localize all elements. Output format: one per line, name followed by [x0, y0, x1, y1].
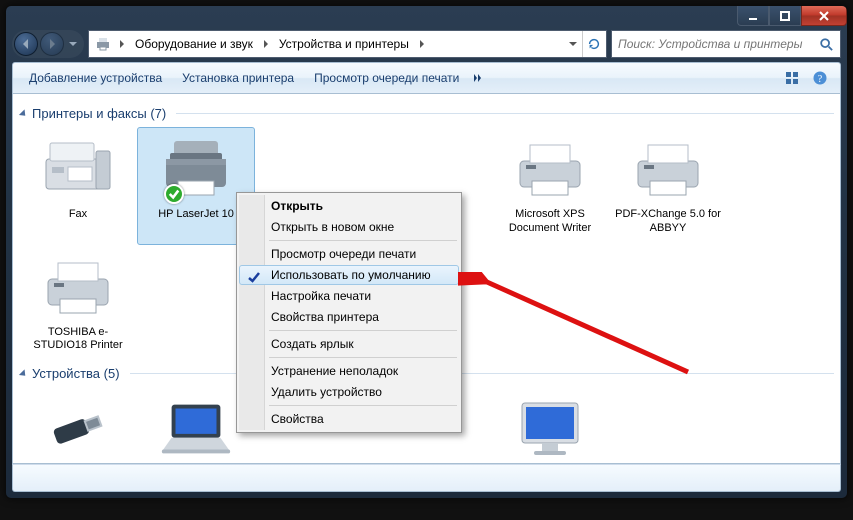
back-button[interactable] — [14, 32, 38, 56]
default-badge-icon — [164, 184, 184, 204]
ctx-set-default-label: Использовать по умолчанию — [271, 268, 431, 282]
group-label: Устройства (5) — [32, 366, 120, 381]
ctx-print-settings[interactable]: Настройка печати — [239, 286, 459, 306]
device-bcm2045a[interactable]: BCM2045A — [19, 387, 137, 464]
view-options-button[interactable] — [780, 66, 804, 90]
cmd-print-queue[interactable]: Просмотр очереди печати — [306, 67, 467, 89]
ctx-separator — [269, 357, 457, 358]
ctx-see-queue[interactable]: Просмотр очереди печати — [239, 244, 459, 264]
ctx-properties[interactable]: Свойства — [239, 409, 459, 429]
ctx-open-new-window[interactable]: Открыть в новом окне — [239, 217, 459, 237]
breadcrumb-sep-icon[interactable] — [415, 31, 429, 57]
search-box[interactable] — [611, 30, 841, 58]
device-label: Microsoft XPS Document Writer — [496, 208, 604, 236]
refresh-icon — [587, 37, 601, 51]
breadcrumb-devices-printers[interactable]: Устройства и принтеры — [273, 31, 415, 57]
help-icon: ? — [812, 70, 828, 86]
svg-text:?: ? — [818, 74, 823, 85]
cmd-add-printer[interactable]: Установка принтера — [174, 67, 302, 89]
nav-history-dropdown-icon[interactable] — [68, 39, 78, 49]
laptop-icon — [156, 394, 236, 464]
check-icon — [246, 269, 262, 285]
nav-buttons — [12, 30, 84, 58]
search-icon — [819, 37, 833, 51]
device-fax[interactable]: Fax — [19, 127, 137, 245]
device-toshiba-estudio[interactable]: TOSHIBA e-STUDIO18 Printer — [19, 245, 137, 363]
address-bar[interactable]: Оборудование и звук Устройства и принтер… — [88, 30, 607, 58]
device-label: PDF-XChange 5.0 for ABBYY — [614, 208, 722, 236]
group-label: Принтеры и факсы (7) — [32, 106, 166, 121]
chevron-right-double-icon — [473, 73, 483, 83]
printer-icon — [38, 252, 118, 322]
devices-printers-icon — [95, 36, 111, 52]
address-dropdown-icon[interactable] — [568, 39, 578, 49]
group-header-printers[interactable]: Принтеры и факсы (7) — [21, 106, 834, 121]
device-pnp-monitor[interactable]: Универсальный монитор PnP — [491, 387, 609, 464]
view-icon — [784, 70, 800, 86]
arrow-left-icon — [20, 38, 32, 50]
device-ms-xps[interactable]: Microsoft XPS Document Writer — [491, 127, 609, 245]
close-button[interactable] — [801, 6, 847, 26]
ctx-separator — [269, 330, 457, 331]
cmd-overflow[interactable] — [473, 73, 483, 83]
breadcrumb-sep-icon[interactable] — [259, 31, 273, 57]
fax-icon — [38, 134, 118, 204]
search-input[interactable] — [616, 36, 816, 52]
printer-icon — [628, 134, 708, 204]
ctx-remove-device[interactable]: Удалить устройство — [239, 382, 459, 402]
breadcrumb-hardware-sound[interactable]: Оборудование и звук — [129, 31, 259, 57]
ctx-troubleshoot[interactable]: Устранение неполадок — [239, 361, 459, 381]
explorer-window: Оборудование и звук Устройства и принтер… — [5, 5, 848, 499]
ctx-separator — [269, 240, 457, 241]
monitor-icon — [510, 394, 590, 464]
device-label: Fax — [24, 208, 132, 222]
details-pane — [12, 464, 841, 492]
refresh-button[interactable] — [582, 31, 604, 57]
cmd-add-device[interactable]: Добавление устройства — [21, 67, 170, 89]
device-pdf-xchange[interactable]: PDF-XChange 5.0 for ABBYY — [609, 127, 727, 245]
printer-icon — [510, 134, 590, 204]
collapse-icon — [19, 369, 28, 378]
forward-button[interactable] — [40, 32, 64, 56]
ctx-separator — [269, 405, 457, 406]
device-label: TOSHIBA e-STUDIO18 Printer — [24, 326, 132, 354]
collapse-icon — [19, 109, 28, 118]
ctx-set-default[interactable]: Использовать по умолчанию — [239, 265, 459, 285]
command-bar: Добавление устройства Установка принтера… — [12, 62, 841, 94]
ctx-create-shortcut[interactable]: Создать ярлык — [239, 334, 459, 354]
arrow-right-icon — [46, 38, 58, 50]
breadcrumb-sep-icon[interactable] — [115, 31, 129, 57]
ctx-open[interactable]: Открыть — [239, 196, 459, 216]
search-button[interactable] — [816, 37, 836, 51]
device-label: HP LaserJet 10 — [142, 208, 250, 222]
printer-icon — [156, 134, 236, 204]
ctx-printer-props[interactable]: Свойства принтера — [239, 307, 459, 327]
titlebar[interactable] — [6, 6, 847, 30]
context-menu: Открыть Открыть в новом окне Просмотр оч… — [236, 192, 462, 433]
help-button[interactable]: ? — [808, 66, 832, 90]
usb-dongle-icon — [38, 394, 118, 464]
maximize-button[interactable] — [769, 6, 801, 26]
minimize-button[interactable] — [737, 6, 769, 26]
